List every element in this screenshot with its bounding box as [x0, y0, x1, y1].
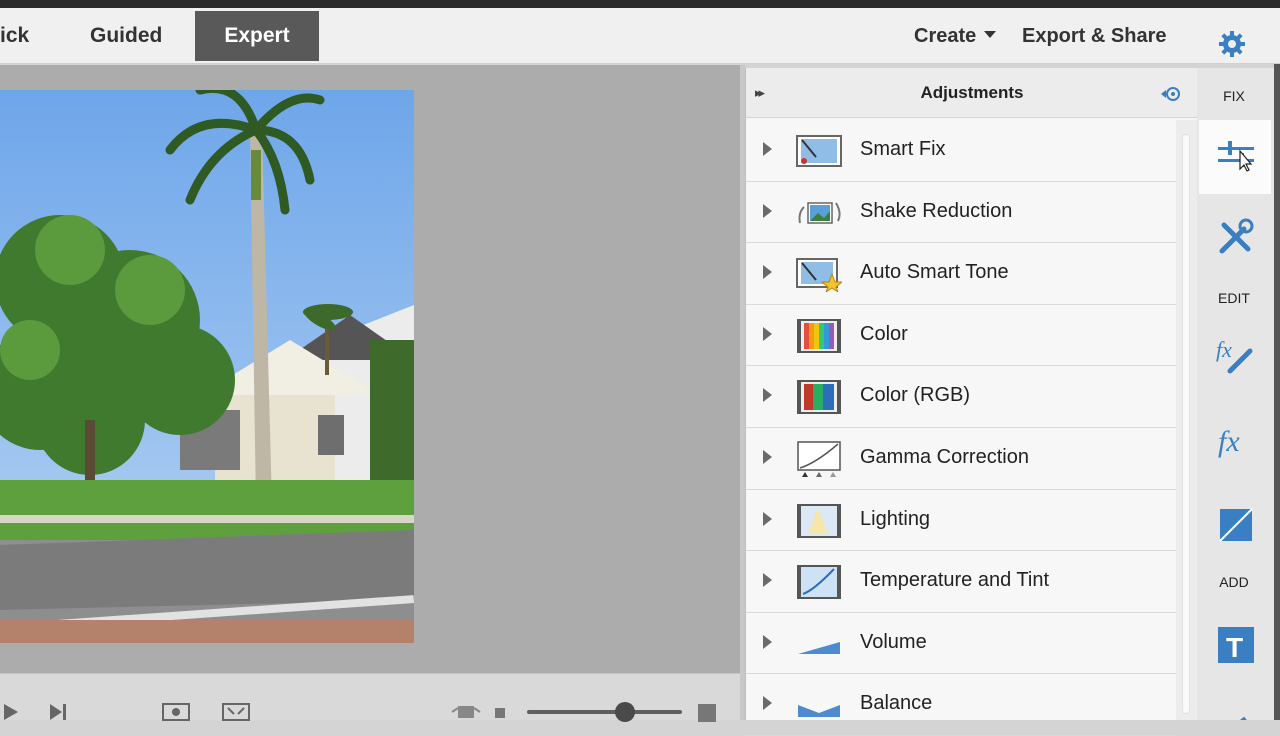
auto-smart-tone-icon: [796, 258, 842, 293]
fix-section-label: FIX: [1223, 88, 1245, 104]
color-icon: [797, 318, 841, 353]
effects-button[interactable]: fx: [1199, 404, 1271, 478]
zoom-slider-track[interactable]: [527, 710, 682, 714]
window-right-edge: [1274, 64, 1280, 720]
expand-triangle-icon[interactable]: [763, 450, 772, 464]
list-item-label: Color (RGB): [860, 384, 971, 407]
list-item-label: Temperature and Tint: [860, 569, 1049, 592]
panel-rail: FIX EDIT fx fx ADD T: [1197, 68, 1280, 720]
list-item-volume[interactable]: Volume: [746, 613, 1176, 675]
list-item-balance[interactable]: Balance: [746, 674, 1176, 736]
expand-triangle-icon[interactable]: [763, 326, 772, 341]
create-label: Create: [914, 25, 977, 47]
list-item-temperature-and-tint[interactable]: Temperature and Tint: [746, 551, 1176, 613]
graphics-button[interactable]: [1199, 688, 1271, 720]
list-item-label: Shake Reduction: [860, 199, 1013, 222]
list-item-color-rgb[interactable]: Color (RGB): [746, 366, 1176, 428]
window-top-strip: [0, 0, 1280, 8]
list-item-shake-reduction[interactable]: Shake Reduction: [746, 182, 1176, 244]
expand-triangle-icon[interactable]: [763, 265, 772, 280]
panel-scrollbar[interactable]: [1176, 120, 1198, 720]
canvas-bottom-bar: [0, 673, 740, 722]
list-item-color[interactable]: Color: [746, 305, 1176, 367]
zoom-slider-knob[interactable]: [615, 702, 635, 722]
panel-header: ▸▸ Adjustments: [746, 68, 1198, 118]
gear-icon[interactable]: [1218, 30, 1246, 58]
svg-text:fx: fx: [1216, 337, 1232, 362]
add-section-label: ADD: [1219, 574, 1249, 590]
scrollbar-thumb[interactable]: [1182, 134, 1190, 714]
panel-title: Adjustments: [920, 83, 1024, 102]
zoom-fit-icon[interactable]: [160, 700, 192, 722]
list-item-label: Balance: [860, 692, 933, 715]
balance-icon: [798, 705, 840, 718]
svg-text:T: T: [1226, 632, 1243, 663]
photo-preview: [0, 90, 414, 643]
expand-triangle-icon[interactable]: [763, 696, 772, 711]
tab-expert[interactable]: Expert: [195, 11, 319, 61]
tools-icon: [1219, 218, 1254, 254]
expand-triangle-icon[interactable]: [763, 511, 772, 526]
adjustments-sliders-icon: [1218, 141, 1254, 172]
mode-header: ick Guided Expert Create Export & Share: [0, 8, 1280, 64]
image-canvas[interactable]: [0, 65, 740, 673]
list-item-auto-smart-tone[interactable]: Auto Smart Tone: [746, 243, 1176, 305]
volume-icon: [798, 641, 840, 654]
next-frame-icon[interactable]: [46, 700, 78, 722]
expand-triangle-icon[interactable]: [763, 203, 772, 218]
view-mode-icon[interactable]: [450, 700, 482, 722]
adjustments-list: Smart Fix Shake Reduction Auto Smart Ton…: [746, 120, 1176, 736]
adjustments-button[interactable]: [1199, 120, 1271, 194]
list-item-label: Color: [860, 322, 908, 345]
list-item-label: Auto Smart Tone: [860, 261, 1009, 284]
gamma-correction-icon: [797, 441, 841, 477]
effects-edit-button[interactable]: fx: [1199, 318, 1271, 392]
list-item-label: Gamma Correction: [860, 446, 1029, 468]
expand-triangle-icon[interactable]: [763, 388, 772, 403]
color-rgb-icon: [797, 380, 841, 415]
tools-button[interactable]: [1199, 200, 1271, 274]
caret-down-icon: [984, 31, 997, 38]
shake-reduction-icon: [798, 201, 841, 224]
play-icon[interactable]: [0, 700, 32, 722]
graphics-icon: [1239, 716, 1247, 720]
expand-triangle-icon[interactable]: [763, 142, 772, 156]
texture-icon: [1219, 508, 1253, 542]
adjustments-panel: ▸▸ Adjustments Smart Fix Shake Reduction…: [745, 68, 1198, 736]
list-item-lighting[interactable]: Lighting: [746, 490, 1176, 552]
textures-button[interactable]: [1199, 488, 1271, 562]
tab-guided[interactable]: Guided: [90, 11, 162, 61]
text-button[interactable]: T: [1199, 608, 1271, 682]
expand-triangle-icon[interactable]: [763, 573, 772, 588]
list-item-smart-fix[interactable]: Smart Fix: [746, 120, 1176, 182]
expand-triangle-icon[interactable]: [763, 634, 772, 649]
create-menu[interactable]: Create: [914, 11, 997, 61]
fit-screen-icon[interactable]: [220, 700, 252, 722]
edit-section-label: EDIT: [1218, 290, 1250, 306]
fx-icon: fx: [1218, 425, 1240, 458]
list-item-label: Lighting: [860, 507, 931, 530]
panel-options-icon[interactable]: [1160, 84, 1182, 104]
text-icon: T: [1218, 627, 1254, 663]
zoom-out-icon[interactable]: [487, 700, 519, 722]
zoom-in-icon[interactable]: [694, 700, 726, 722]
fx-edit-icon: fx: [1216, 337, 1253, 374]
smart-fix-icon: [796, 135, 842, 167]
tab-quick[interactable]: ick: [0, 11, 29, 61]
list-item-gamma-correction[interactable]: Gamma Correction: [746, 428, 1176, 490]
temperature-tint-icon: [797, 565, 841, 600]
lighting-icon: [797, 503, 841, 538]
svg-text:fx: fx: [1218, 425, 1240, 458]
export-share-menu[interactable]: Export & Share: [1022, 11, 1166, 61]
list-item-label: Volume: [860, 630, 927, 653]
list-item-label: Smart Fix: [860, 138, 946, 160]
